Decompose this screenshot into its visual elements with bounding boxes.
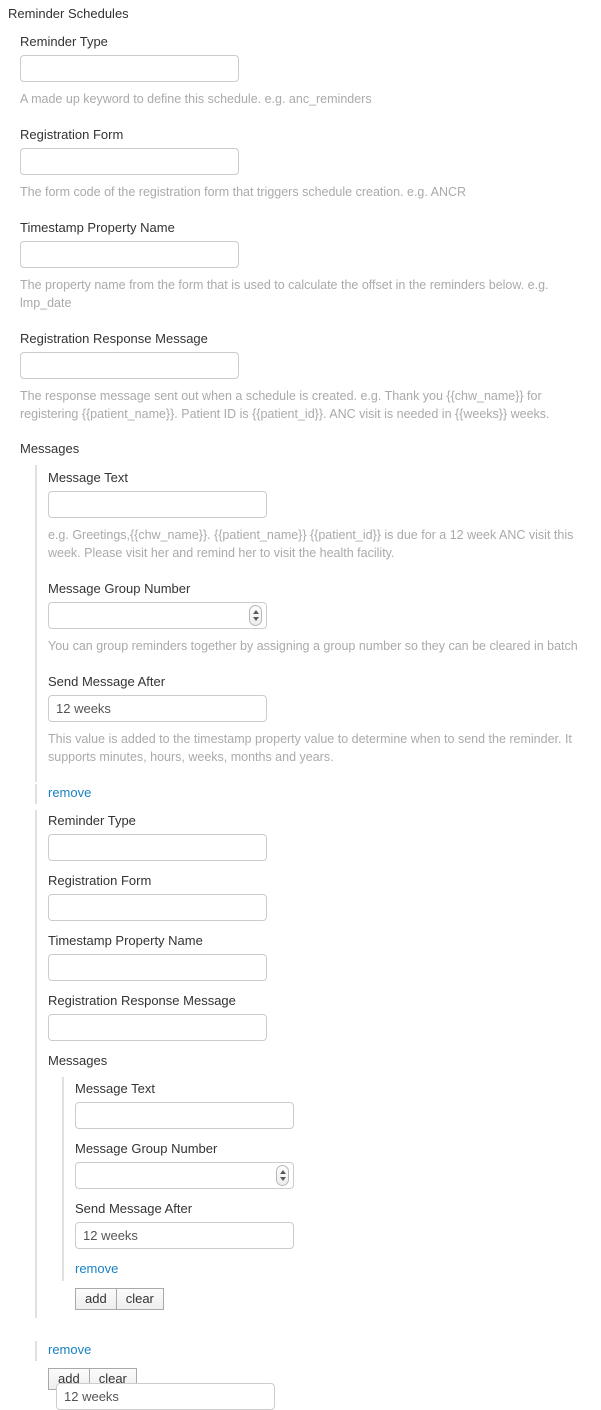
label-message-group-number: Message Group Number [48, 581, 191, 596]
label-registration-response: Registration Response Message [20, 331, 208, 346]
input-message-text-nested[interactable] [75, 1102, 294, 1129]
field-message-text: Message Text e.g. Greetings,{{chw_name}}… [48, 470, 601, 562]
label-timestamp-property: Timestamp Property Name [20, 220, 175, 235]
help-reminder-type: A made up keyword to define this schedul… [20, 92, 372, 106]
label-send-message-after-nested: Send Message After [75, 1201, 193, 1216]
input-timestamp-property[interactable] [20, 241, 239, 268]
spinner-down-arrow-icon[interactable] [279, 1177, 286, 1182]
input-message-text[interactable] [48, 491, 267, 518]
remove-message-rule [35, 784, 37, 804]
label-timestamp-property-nested: Timestamp Property Name [48, 933, 203, 948]
spinner-up-arrow-icon[interactable] [279, 1169, 286, 1174]
input-registration-form-nested[interactable] [48, 894, 267, 921]
input-registration-form[interactable] [20, 148, 239, 175]
label-registration-form-nested: Registration Form [48, 873, 152, 888]
input-registration-response-nested[interactable] [48, 1014, 267, 1041]
field-send-message-after: Send Message After This value is added t… [48, 674, 601, 766]
spinner-up-arrow-icon[interactable] [252, 609, 259, 614]
field-message-text-nested: Message Text [75, 1081, 294, 1129]
field-timestamp-property: Timestamp Property Name The property nam… [20, 220, 601, 312]
remove-message-link[interactable]: remove [48, 785, 91, 801]
input-timestamp-property-nested[interactable] [48, 954, 267, 981]
field-message-group-number: Message Group Number You can group remin… [48, 581, 601, 655]
number-spinner-nested[interactable] [276, 1165, 289, 1186]
field-registration-response: Registration Response Message The respon… [20, 331, 601, 423]
label-reminder-type: Reminder Type [20, 34, 108, 49]
message-list-buttons-nested: add clear [75, 1288, 164, 1310]
page-title: Reminder Schedules [8, 6, 129, 21]
input-send-message-after-overflow[interactable] [56, 1383, 275, 1410]
input-reminder-type-nested[interactable] [48, 834, 267, 861]
help-registration-response: The response message sent out when a sch… [20, 389, 550, 421]
remove-message-link-nested[interactable]: remove [75, 1261, 118, 1277]
label-message-text: Message Text [48, 470, 128, 485]
remove-schedule-rule [35, 1341, 37, 1361]
number-input-wrapper [48, 602, 267, 629]
field-send-message-after-overflow [56, 1383, 275, 1410]
spinner-down-arrow-icon[interactable] [252, 617, 259, 622]
field-registration-form: Registration Form The form code of the r… [20, 127, 466, 201]
label-registration-response-nested: Registration Response Message [48, 993, 236, 1008]
input-send-message-after-nested[interactable] [75, 1222, 294, 1249]
field-send-message-after-nested: Send Message After [75, 1201, 294, 1249]
label-messages: Messages [20, 441, 80, 456]
add-message-button-nested[interactable]: add [75, 1288, 117, 1310]
input-message-group-number-nested[interactable] [75, 1162, 294, 1189]
field-registration-form-nested: Registration Form [48, 873, 267, 921]
label-message-text-nested: Message Text [75, 1081, 155, 1096]
label-registration-form: Registration Form [20, 127, 124, 142]
remove-schedule-link[interactable]: remove [48, 1342, 91, 1358]
messages-group-nested [62, 1077, 66, 1281]
input-reminder-type[interactable] [20, 55, 239, 82]
number-spinner[interactable] [249, 605, 262, 626]
clear-message-button-nested[interactable]: clear [116, 1288, 164, 1310]
label-send-message-after: Send Message After [48, 674, 166, 689]
help-message-group-number: You can group reminders together by assi… [48, 639, 578, 653]
input-send-message-after[interactable] [48, 695, 267, 722]
help-registration-form: The form code of the registration form t… [20, 185, 467, 199]
help-send-message-after: This value is added to the timestamp pro… [48, 732, 572, 764]
input-registration-response[interactable] [20, 352, 239, 379]
field-reminder-type-nested: Reminder Type [48, 813, 267, 861]
label-messages-nested: Messages [48, 1053, 108, 1068]
number-input-wrapper-nested [75, 1162, 294, 1189]
field-message-group-number-nested: Message Group Number [75, 1141, 294, 1189]
help-message-text: e.g. Greetings,{{chw_name}}. {{patient_n… [48, 528, 574, 560]
help-timestamp-property: The property name from the form that is … [20, 278, 549, 310]
field-registration-response-nested: Registration Response Message [48, 993, 267, 1041]
field-reminder-type: Reminder Type A made up keyword to defin… [20, 34, 372, 108]
label-reminder-type-nested: Reminder Type [48, 813, 136, 828]
input-message-group-number[interactable] [48, 602, 267, 629]
field-timestamp-property-nested: Timestamp Property Name [48, 933, 267, 981]
label-message-group-number-nested: Message Group Number [75, 1141, 218, 1156]
